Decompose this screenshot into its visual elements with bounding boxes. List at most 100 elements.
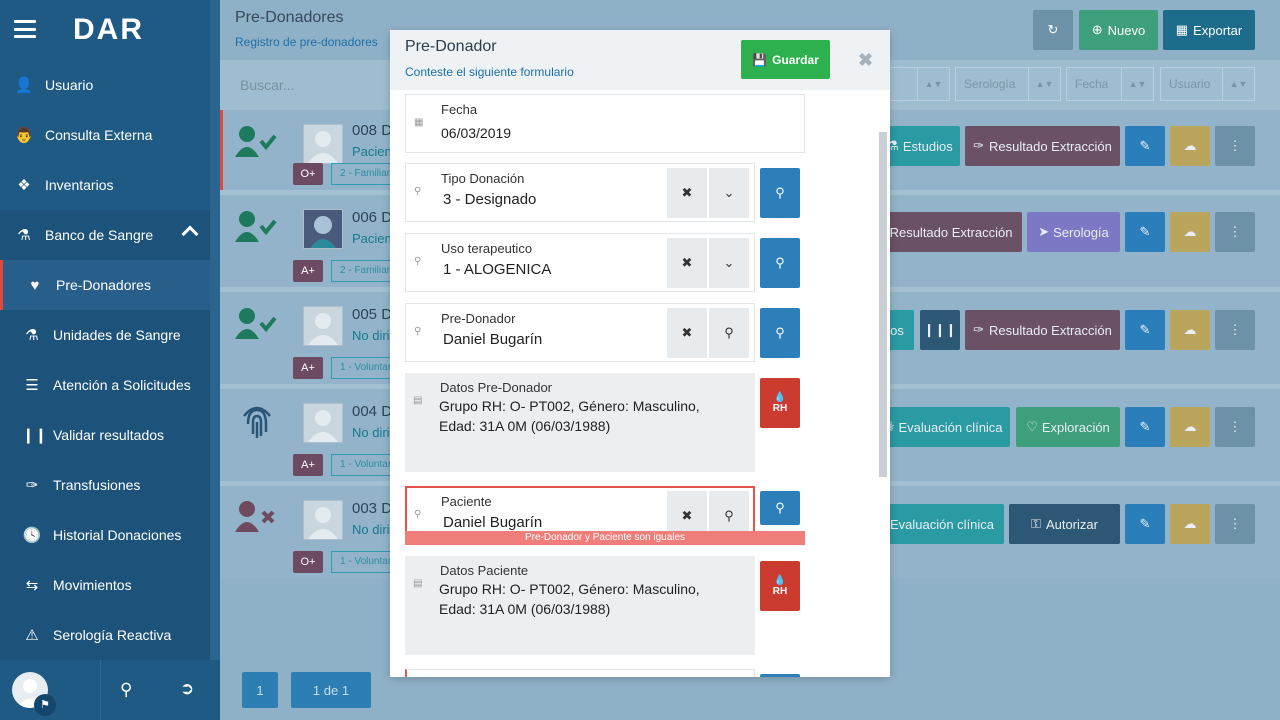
vertical-ellipsis-icon: ⋮	[1228, 516, 1242, 531]
plus-circle-icon: ⊕	[1091, 22, 1103, 37]
syringe-icon: ✑	[973, 322, 985, 337]
sidebar-item-unidades-de-sangre[interactable]: ⚗ Unidades de Sangre	[0, 310, 210, 360]
user-times-icon	[235, 501, 275, 532]
sidebar-item-transfusiones[interactable]: ✑ Transfusiones	[0, 460, 210, 510]
cloud-upload-button[interactable]: ☁	[1170, 407, 1210, 447]
warning-icon: ⚠	[25, 627, 39, 644]
fecha-field[interactable]: ▦ Fecha 06/03/2019	[405, 94, 805, 153]
lock-user-icon: ⚿	[1031, 516, 1041, 531]
button-label: Guardar	[772, 52, 819, 67]
bell-icon[interactable]: ⚑	[34, 694, 56, 716]
more-options-button[interactable]: ⋮	[1215, 504, 1255, 544]
hamburger-menu-icon[interactable]	[14, 20, 36, 38]
edit-icon: ✎	[1139, 224, 1151, 239]
cloud-upload-button[interactable]: ☁	[1170, 126, 1210, 166]
field-value: Daniel Bugarín	[443, 331, 543, 348]
search-input[interactable]: Buscar...	[240, 77, 294, 93]
clear-button[interactable]: ✖	[667, 308, 707, 358]
estudios-button[interactable]: ⚗ Estudios	[880, 126, 960, 166]
dropdown-button[interactable]: ⌄	[709, 168, 749, 218]
clear-button[interactable]: ✖	[667, 238, 707, 288]
more-options-button[interactable]: ⋮	[1215, 407, 1255, 447]
pre-donador-select[interactable]: ⚲ Pre-Donador Daniel Bugarín ✖ ⚲	[405, 303, 755, 362]
clear-circle-icon: ✖	[681, 325, 693, 340]
resultado-extraccion-button[interactable]: ✑ Resultado Extracción	[965, 126, 1120, 166]
filter-usuario[interactable]: Usuario ▲▼	[1160, 67, 1255, 101]
cloud-upload-button[interactable]: ☁	[1170, 212, 1210, 252]
cloud-upload-icon: ☁	[1183, 322, 1197, 337]
search-button[interactable]: ⚲	[709, 308, 749, 358]
serologia-button[interactable]: ➤ Serología	[1027, 212, 1120, 252]
sort-icon: ▲▼	[1121, 68, 1153, 100]
next-field[interactable]	[405, 669, 755, 677]
more-options-button[interactable]: ⋮	[1215, 126, 1255, 166]
barcode-button[interactable]: ❙❙❙	[920, 310, 960, 350]
rh-button[interactable]: 💧 RH	[760, 378, 800, 428]
app-logo: DAR	[73, 13, 144, 46]
cloud-upload-button[interactable]: ☁	[1170, 310, 1210, 350]
evaluacion-clinica-button[interactable]: Evaluación clínica	[880, 504, 1004, 544]
list-check-icon: ☰	[25, 377, 39, 394]
sidebar-item-pre-donadores[interactable]: ♥ Pre-Donadores	[0, 260, 210, 310]
button-label: Resultado Extracción	[989, 138, 1112, 154]
sidebar-item-label: Movimientos	[53, 577, 132, 593]
exportar-button[interactable]: ▦ Exportar	[1163, 10, 1255, 50]
pre-donador-modal: Pre-Donador Conteste el siguiente formul…	[390, 30, 890, 677]
rh-button[interactable]: 💧 RH	[760, 561, 800, 611]
guardar-button[interactable]: 💾 Guardar	[741, 40, 830, 79]
sidebar-item-banco-de-sangre[interactable]: ⚗ Banco de Sangre	[0, 210, 210, 260]
edit-button[interactable]: ✎	[1125, 504, 1165, 544]
more-options-button[interactable]: ⋮	[1215, 310, 1255, 350]
edit-button[interactable]: ✎	[1125, 212, 1165, 252]
sidebar-item-movimientos[interactable]: ⇆ Movimientos	[0, 560, 210, 610]
clear-button[interactable]: ✖	[667, 168, 707, 218]
search-button[interactable]: ⚲	[760, 308, 800, 358]
search-button[interactable]	[760, 674, 800, 677]
search-button[interactable]: ⚲	[760, 491, 800, 525]
resultado-extraccion-button[interactable]: ✑ Resultado Extracción	[965, 310, 1120, 350]
user-check-icon	[235, 308, 277, 339]
sidebar-item-historial-donaciones[interactable]: 🕓 Historial Donaciones	[0, 510, 210, 560]
modal-scrollbar[interactable]	[879, 132, 887, 477]
search-icon: ⚲	[724, 325, 734, 340]
search-icon[interactable]: ⚲	[120, 680, 132, 700]
sidebar-scrollbar[interactable]	[210, 0, 220, 660]
people-arrows-icon: ⇆	[25, 577, 39, 594]
search-icon: ⚲	[414, 256, 422, 267]
syringe-icon: ✑	[973, 138, 985, 153]
sidebar-item-atencion-solicitudes[interactable]: ☰ Atención a Solicitudes	[0, 360, 210, 410]
search-button[interactable]: ⚲	[760, 238, 800, 288]
filter-fecha[interactable]: Fecha ▲▼	[1066, 67, 1154, 101]
nuevo-button[interactable]: ⊕ Nuevo	[1079, 10, 1158, 50]
sort-icon: ▲▼	[1222, 68, 1254, 100]
uso-terapeutico-select[interactable]: ⚲ Uso terapeutico 1 - ALOGENICA ✖ ⌄	[405, 233, 755, 292]
cloud-upload-icon: ☁	[1183, 224, 1197, 239]
edit-button[interactable]: ✎	[1125, 126, 1165, 166]
filter-serologia[interactable]: Serología ▲▼	[955, 67, 1061, 101]
refresh-button[interactable]: ↻	[1033, 10, 1073, 50]
sidebar-item-inventarios[interactable]: ❖ Inventarios	[0, 160, 210, 210]
close-icon[interactable]: ✖	[858, 50, 873, 71]
cloud-upload-button[interactable]: ☁	[1170, 504, 1210, 544]
vertical-ellipsis-icon: ⋮	[1228, 224, 1242, 239]
sidebar-item-serologia-reactiva[interactable]: ⚠ Serología Reactiva	[0, 610, 210, 660]
exportar-label: Exportar	[1193, 22, 1243, 38]
sidebar-item-label: Historial Donaciones	[53, 527, 182, 543]
resultado-extraccion-button[interactable]: Resultado Extracción	[880, 212, 1022, 252]
more-options-button[interactable]: ⋮	[1215, 212, 1255, 252]
autorizar-button[interactable]: ⚿ Autorizar	[1009, 504, 1120, 544]
sidebar-item-usuario[interactable]: 👤 Usuario	[0, 60, 210, 110]
exploracion-button[interactable]: ♡ Exploración	[1016, 407, 1120, 447]
sidebar-item-consulta-externa[interactable]: 👨 Consulta Externa	[0, 110, 210, 160]
edit-button[interactable]: ✎	[1125, 407, 1165, 447]
edit-button[interactable]: ✎	[1125, 310, 1165, 350]
row-subtitle: Pacien	[352, 144, 392, 159]
evaluacion-clinica-button[interactable]: ⚕ Evaluación clínica	[880, 407, 1010, 447]
dropdown-button[interactable]: ⌄	[709, 238, 749, 288]
tipo-donacion-select[interactable]: ⚲ Tipo Donación 3 - Designado ✖ ⌄	[405, 163, 755, 222]
logout-icon[interactable]: ➲	[180, 679, 194, 699]
page-number-button[interactable]: 1	[242, 672, 278, 708]
sidebar-item-validar-resultados[interactable]: ❙❙ Validar resultados	[0, 410, 210, 460]
sort-icon: ▲▼	[1028, 68, 1060, 100]
search-button[interactable]: ⚲	[760, 168, 800, 218]
